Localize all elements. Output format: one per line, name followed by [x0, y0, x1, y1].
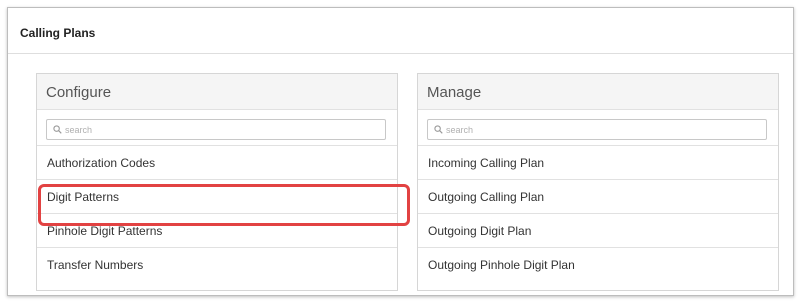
manage-item-outgoing-calling-plan[interactable]: Outgoing Calling Plan — [418, 180, 778, 214]
configure-search-box[interactable] — [46, 119, 386, 140]
manage-search-box[interactable] — [427, 119, 767, 140]
configure-search-input[interactable] — [65, 121, 375, 138]
configure-search-row — [37, 110, 397, 146]
configure-item-authorization-codes[interactable]: Authorization Codes — [37, 146, 397, 180]
list-item-label: Pinhole Digit Patterns — [47, 224, 163, 238]
configure-panel-title: Configure — [46, 84, 112, 101]
card-header: Calling Plans — [8, 8, 793, 54]
manage-panel: Manage Incoming Calling Plan Outgoing Ca… — [417, 73, 779, 291]
manage-panel-title: Manage — [427, 84, 482, 101]
list-item-label: Outgoing Calling Plan — [428, 190, 545, 204]
search-icon — [53, 125, 62, 134]
manage-search-row — [418, 110, 778, 146]
list-item-label: Authorization Codes — [47, 156, 156, 170]
configure-item-pinhole-digit-patterns[interactable]: Pinhole Digit Patterns — [37, 214, 397, 248]
configure-panel-header: Configure — [37, 74, 397, 110]
configure-item-digit-patterns[interactable]: Digit Patterns — [37, 180, 397, 214]
list-item-label: Outgoing Pinhole Digit Plan — [428, 258, 575, 272]
page-title: Calling Plans — [20, 26, 96, 40]
calling-plans-card: Calling Plans Configure Authorization Co… — [7, 7, 794, 296]
manage-search-input[interactable] — [446, 121, 756, 138]
configure-item-transfer-numbers[interactable]: Transfer Numbers — [37, 248, 397, 282]
manage-item-outgoing-digit-plan[interactable]: Outgoing Digit Plan — [418, 214, 778, 248]
configure-panel: Configure Authorization Codes Digit Patt… — [36, 73, 398, 291]
list-item-label: Outgoing Digit Plan — [428, 224, 532, 238]
list-item-label: Digit Patterns — [47, 190, 120, 204]
manage-item-incoming-calling-plan[interactable]: Incoming Calling Plan — [418, 146, 778, 180]
list-item-label: Transfer Numbers — [47, 258, 144, 272]
search-icon — [434, 125, 443, 134]
manage-item-outgoing-pinhole-digit-plan[interactable]: Outgoing Pinhole Digit Plan — [418, 248, 778, 282]
manage-panel-header: Manage — [418, 74, 778, 110]
list-item-label: Incoming Calling Plan — [428, 156, 545, 170]
